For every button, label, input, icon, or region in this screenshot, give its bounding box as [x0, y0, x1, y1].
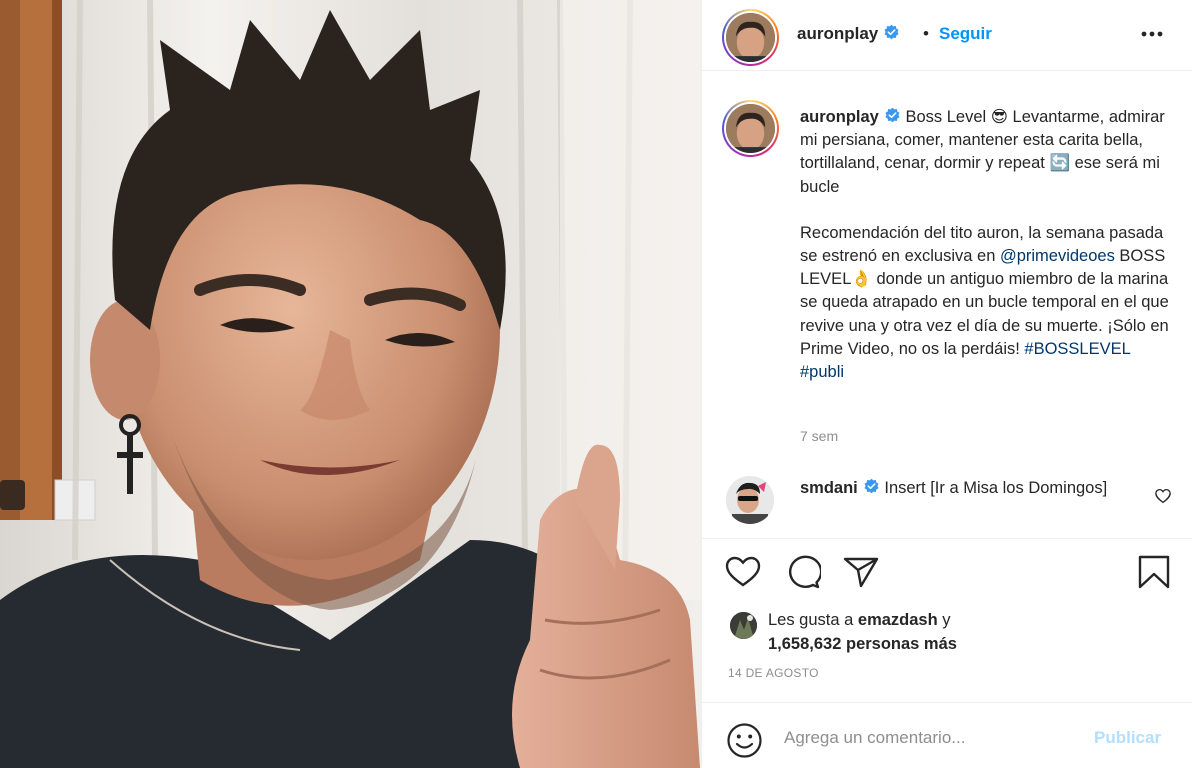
comment-body: smdani Insert [Ir a Misa los Domingos] [800, 477, 1130, 500]
smiley-icon[interactable] [726, 722, 763, 759]
comments-list[interactable]: auronplay Boss Level 😎 Levantarme, admir… [702, 72, 1192, 537]
caption-avatar-image [726, 104, 775, 153]
likes-summary: Les gusta a emazdash y 1,658,632 persona… [702, 604, 1192, 660]
verified-badge-icon [885, 107, 900, 123]
post-caption: auronplay Boss Level 😎 Levantarme, admir… [800, 106, 1176, 384]
selfie-image [0, 0, 701, 768]
paper-plane-icon[interactable] [842, 555, 880, 589]
comment-heart-icon[interactable] [1154, 487, 1172, 505]
follow-separator: • [923, 24, 929, 43]
likes-prefix: Les gusta a [768, 611, 858, 629]
liker-avatar-image [730, 612, 757, 639]
add-comment-bar: Publicar [702, 702, 1192, 768]
caption-username[interactable]: auronplay [800, 108, 879, 126]
post-date[interactable]: 14 DE AGOSTO [728, 666, 819, 680]
comment-bubble-icon[interactable] [783, 555, 821, 589]
comment-username[interactable]: smdani [800, 479, 858, 497]
comment-avatar[interactable] [726, 476, 774, 524]
caption-avatar[interactable] [722, 100, 779, 157]
likes-count[interactable]: 1,658,632 personas más [768, 635, 957, 653]
likes-joiner: y [937, 611, 951, 629]
liker-username[interactable]: emazdash [858, 611, 938, 629]
post-sidebar: auronplay • Seguir auronplay Boss Level … [701, 0, 1192, 768]
comment-input[interactable] [784, 721, 1084, 755]
verified-badge-icon [864, 478, 879, 494]
comment-text: Insert [Ir a Misa los Domingos] [879, 479, 1108, 497]
author-username[interactable]: auronplay [797, 24, 900, 44]
hashtag-link[interactable]: #publi [800, 363, 844, 381]
hashtag-link[interactable]: #BOSSLEVEL [1024, 340, 1130, 358]
author-avatar[interactable] [722, 9, 779, 66]
post-header: auronplay • Seguir [702, 0, 1192, 71]
mention-link[interactable]: @primevideoes [1000, 247, 1115, 265]
more-horizontal-icon[interactable] [1138, 22, 1166, 46]
hand-emoji: 👌 [851, 270, 872, 289]
heart-icon[interactable] [724, 555, 762, 589]
post-photo[interactable] [0, 0, 701, 768]
liker-avatar[interactable] [730, 612, 757, 639]
likes-text: Les gusta a emazdash y 1,658,632 persona… [768, 609, 957, 656]
comment-avatar-image [726, 476, 774, 524]
bookmark-icon[interactable] [1135, 555, 1173, 589]
publish-button[interactable]: Publicar [1094, 728, 1161, 748]
author-avatar-image [726, 13, 775, 62]
caption-timestamp[interactable]: 7 sem [800, 428, 838, 444]
verified-badge-icon [884, 24, 899, 40]
follow-button[interactable]: Seguir [939, 24, 992, 44]
repeat-emoji: 🔄 [1049, 154, 1070, 173]
action-bar [702, 538, 1192, 601]
